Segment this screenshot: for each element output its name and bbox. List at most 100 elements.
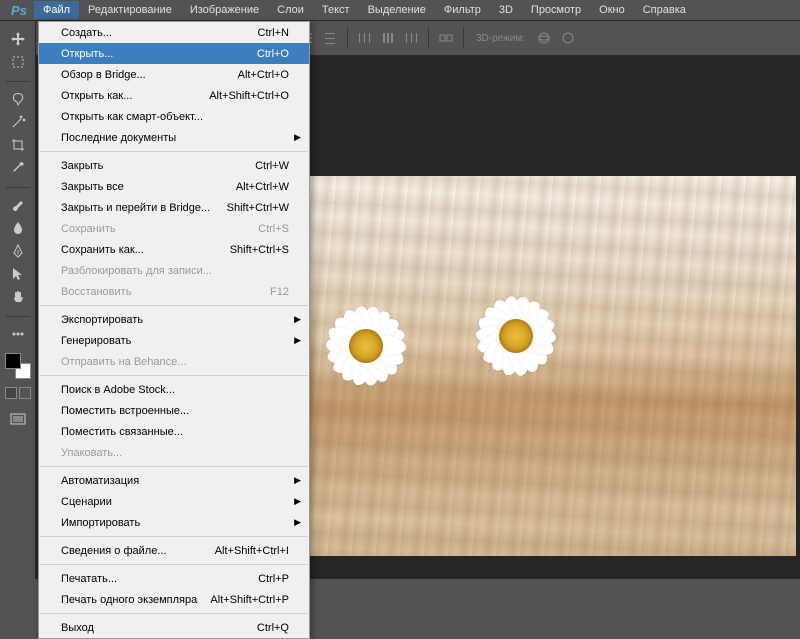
menu-item[interactable]: Автоматизация▶: [39, 470, 309, 491]
menu-item-label: Сведения о файле...: [61, 545, 167, 557]
menu-item-label: Разблокировать для записи...: [61, 265, 212, 277]
menu-item-label: Обзор в Bridge...: [61, 69, 146, 81]
menu-item[interactable]: Закрыть всеAlt+Ctrl+W: [39, 176, 309, 197]
menu-текст[interactable]: Текст: [313, 1, 359, 19]
menu-item: Упаковать...: [39, 442, 309, 463]
menu-item[interactable]: ВыходCtrl+Q: [39, 617, 309, 638]
menu-shortcut: Ctrl+O: [257, 48, 289, 60]
menu-item[interactable]: Экспортировать ▶: [39, 309, 309, 330]
menu-item-label: Отправить на Behance...: [61, 356, 186, 368]
menu-item-label: Сценарии: [61, 496, 112, 508]
dist-hcenter-icon[interactable]: [377, 27, 399, 49]
menu-item[interactable]: Поиск в Adobe Stock...: [39, 379, 309, 400]
separator: [463, 27, 464, 49]
menu-item-label: Последние документы: [61, 132, 176, 144]
menu-item: Восстановить F12: [39, 281, 309, 302]
menu-item[interactable]: Сохранить как...Shift+Ctrl+S: [39, 239, 309, 260]
foreground-color-swatch[interactable]: [5, 353, 21, 369]
mode-3d-label: 3D-режим:: [470, 33, 531, 44]
pan-3d-icon[interactable]: [557, 27, 579, 49]
lasso-tool-icon[interactable]: [6, 88, 30, 110]
menu-item: Сохранить Ctrl+S: [39, 218, 309, 239]
menu-item[interactable]: Открыть как смарт-объект...: [39, 106, 309, 127]
auto-align-icon[interactable]: [435, 27, 457, 49]
menu-item[interactable]: Последние документы ▶: [39, 127, 309, 148]
menu-item[interactable]: Печать одного экземпляра Alt+Shift+Ctrl+P: [39, 589, 309, 610]
menu-редактирование[interactable]: Редактирование: [79, 1, 181, 19]
menu-item-label: Печать одного экземпляра: [61, 594, 197, 606]
quick-mask-icon[interactable]: [19, 387, 31, 399]
menu-item-label: Закрыть: [61, 160, 103, 172]
separator: [428, 27, 429, 49]
menu-item[interactable]: Поместить связанные...: [39, 421, 309, 442]
standard-mode-icon[interactable]: [5, 387, 17, 399]
submenu-arrow-icon: ▶: [294, 314, 301, 325]
menu-item-label: Создать...: [61, 27, 112, 39]
menu-separator: [40, 564, 308, 565]
magic-wand-tool-icon[interactable]: [6, 111, 30, 133]
crop-tool-icon[interactable]: [6, 134, 30, 156]
menu-shortcut: Ctrl+S: [258, 223, 289, 235]
separator: [6, 180, 30, 188]
menu-shortcut: Ctrl+N: [258, 27, 289, 39]
more-tools-icon[interactable]: [6, 323, 30, 345]
blur-tool-icon[interactable]: [6, 217, 30, 239]
menu-separator: [40, 305, 308, 306]
menu-item[interactable]: Сведения о файле... Alt+Shift+Ctrl+I: [39, 540, 309, 561]
screen-mode-icon[interactable]: [6, 409, 30, 431]
menu-shortcut: Alt+Shift+Ctrl+I: [215, 545, 289, 557]
menu-просмотр[interactable]: Просмотр: [522, 1, 590, 19]
menu-item: Отправить на Behance...: [39, 351, 309, 372]
pen-tool-icon[interactable]: [6, 240, 30, 262]
menu-фильтр[interactable]: Фильтр: [435, 1, 490, 19]
menu-item[interactable]: Сценарии▶: [39, 491, 309, 512]
menu-item[interactable]: Импортировать▶: [39, 512, 309, 533]
menu-shortcut: Ctrl+Q: [257, 622, 289, 634]
menu-item: Разблокировать для записи...: [39, 260, 309, 281]
menu-справка[interactable]: Справка: [634, 1, 695, 19]
menu-separator: [40, 613, 308, 614]
menu-item[interactable]: Создать... Ctrl+N: [39, 22, 309, 43]
hand-tool-icon[interactable]: [6, 286, 30, 308]
move-tool-icon[interactable]: [6, 28, 30, 50]
menu-item[interactable]: Открыть... Ctrl+O: [39, 43, 309, 64]
submenu-arrow-icon: ▶: [294, 335, 301, 346]
menu-item[interactable]: Генерировать▶: [39, 330, 309, 351]
dist-bottom-icon[interactable]: [319, 27, 341, 49]
menu-item[interactable]: Открыть как...Alt+Shift+Ctrl+O: [39, 85, 309, 106]
dist-right-icon[interactable]: [400, 27, 422, 49]
menu-item-label: Закрыть и перейти в Bridge...: [61, 202, 210, 214]
menu-shortcut: Alt+Shift+Ctrl+P: [210, 594, 289, 606]
menu-слои[interactable]: Слои: [268, 1, 313, 19]
menu-item-label: Сохранить как...: [61, 244, 144, 256]
path-select-tool-icon[interactable]: [6, 263, 30, 285]
menu-item-label: Открыть...: [61, 48, 113, 60]
color-swatches[interactable]: [5, 353, 31, 379]
menu-3d[interactable]: 3D: [490, 1, 522, 19]
menu-изображение[interactable]: Изображение: [181, 1, 268, 19]
artboard-tool-icon[interactable]: [6, 51, 30, 73]
menu-окно[interactable]: Окно: [590, 1, 634, 19]
menu-shortcut: F12: [270, 286, 289, 298]
eyedropper-tool-icon[interactable]: [6, 157, 30, 179]
menu-shortcut: Alt+Ctrl+W: [236, 181, 289, 193]
menu-item[interactable]: Обзор в Bridge...Alt+Ctrl+O: [39, 64, 309, 85]
menu-item[interactable]: Поместить встроенные...: [39, 400, 309, 421]
menu-item-label: Упаковать...: [61, 447, 122, 459]
menu-выделение[interactable]: Выделение: [359, 1, 435, 19]
menu-item-label: Поместить встроенные...: [61, 405, 189, 417]
menu-shortcut: Shift+Ctrl+W: [227, 202, 289, 214]
menu-файл[interactable]: Файл: [34, 1, 79, 19]
menu-item-label: Сохранить: [61, 223, 116, 235]
menu-shortcut: Ctrl+W: [255, 160, 289, 172]
separator: [6, 74, 30, 82]
dist-left-icon[interactable]: [354, 27, 376, 49]
submenu-arrow-icon: ▶: [294, 475, 301, 486]
menu-item-label: Восстановить: [61, 286, 131, 298]
orbit-3d-icon[interactable]: [533, 27, 555, 49]
menu-item[interactable]: Закрыть и перейти в Bridge... Shift+Ctrl+…: [39, 197, 309, 218]
menu-item-label: Экспортировать: [61, 314, 143, 326]
submenu-arrow-icon: ▶: [294, 132, 301, 143]
menu-item[interactable]: Закрыть Ctrl+W: [39, 155, 309, 176]
brush-tool-icon[interactable]: [6, 194, 30, 216]
